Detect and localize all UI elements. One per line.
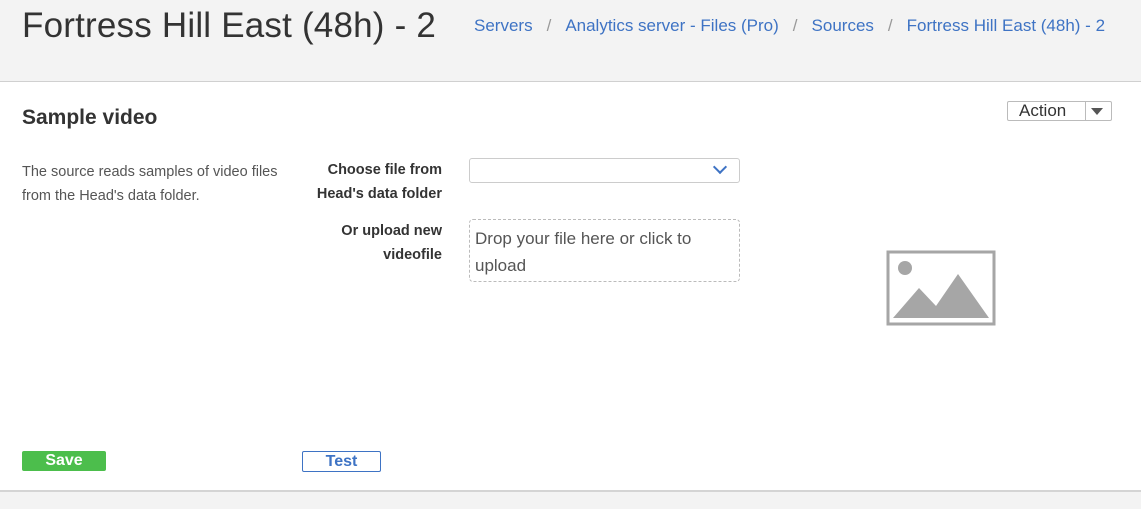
choose-file-select[interactable] <box>469 158 740 183</box>
source-description: The source reads samples of video files … <box>22 164 278 204</box>
section-title: Sample video <box>22 106 158 129</box>
page-header: Fortress Hill East (48h) - 2 Servers / Ana… <box>0 0 1141 82</box>
breadcrumb-servers[interactable]: Servers <box>474 16 533 35</box>
save-button[interactable]: Save <box>22 451 106 471</box>
image-placeholder-icon <box>886 250 996 326</box>
breadcrumb-separator: / <box>887 16 893 35</box>
breadcrumb-separator: / <box>792 16 798 35</box>
file-dropzone[interactable]: Drop your file here or click to upload <box>469 219 740 282</box>
page-title: Fortress Hill East (48h) - 2 <box>22 6 437 45</box>
breadcrumb-analytics-server[interactable]: Analytics server - Files (Pro) <box>565 16 778 35</box>
caret-down-icon <box>1091 108 1103 115</box>
action-dropdown-button[interactable]: Action <box>1007 101 1112 121</box>
breadcrumb-separator: / <box>546 16 552 35</box>
breadcrumb: Servers / Analytics server - Files (Pro) / S… <box>474 16 1105 36</box>
action-label: Action <box>1019 101 1067 120</box>
upload-videofile-label: Or upload new videofile <box>341 223 442 263</box>
action-divider <box>1085 102 1086 120</box>
chevron-down-icon <box>712 159 728 175</box>
sample-video-panel: Sample video Action The source reads sam… <box>0 82 1141 492</box>
breadcrumb-sources[interactable]: Sources <box>812 16 874 35</box>
choose-file-label: Choose file from Head's data folder <box>316 162 442 202</box>
breadcrumb-current-source[interactable]: Fortress Hill East (48h) - 2 <box>907 16 1105 35</box>
test-button[interactable]: Test <box>302 451 381 472</box>
